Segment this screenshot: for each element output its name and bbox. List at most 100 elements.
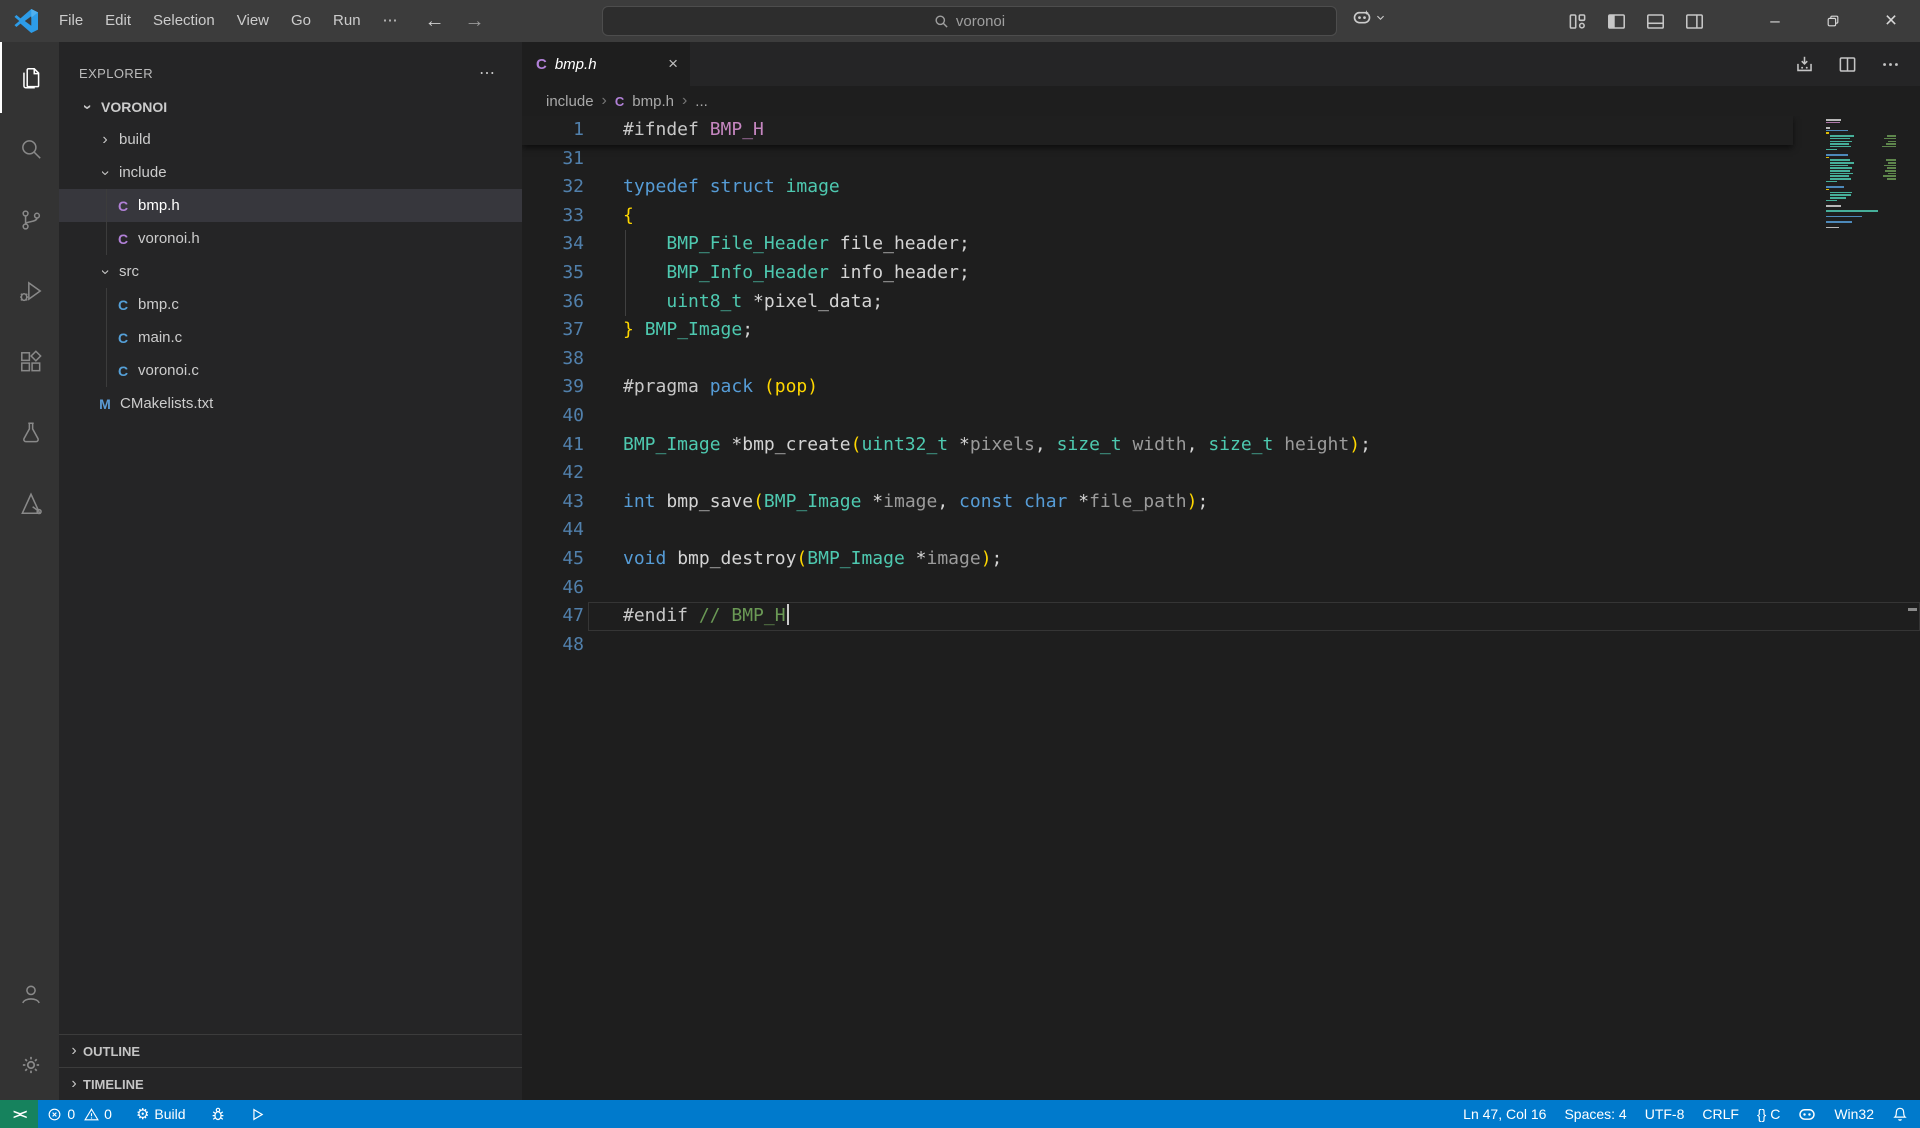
cmake-build-button[interactable]: ⚙ Build xyxy=(127,1100,195,1128)
minimize-button[interactable]: – xyxy=(1746,0,1804,42)
code-line-40[interactable]: 40 xyxy=(522,402,1920,431)
code-line-32[interactable]: 32typedef struct image xyxy=(522,173,1920,202)
copilot-status-button[interactable] xyxy=(1789,1100,1825,1128)
run-build-task-icon[interactable] xyxy=(1795,55,1814,74)
code-editor[interactable]: 1#ifndef BMP_H 3132typedef struct image3… xyxy=(522,116,1920,1100)
split-editor-icon[interactable] xyxy=(1838,55,1857,74)
breadcrumb-item[interactable]: include xyxy=(546,93,594,110)
history-back-button[interactable]: ← xyxy=(425,10,445,33)
activity-accounts-icon[interactable] xyxy=(0,958,59,1029)
activity-cmake-icon[interactable] xyxy=(0,468,59,539)
menu-selection[interactable]: Selection xyxy=(142,6,226,36)
tree-item-voronoi-h[interactable]: Cvoronoi.h xyxy=(59,222,522,255)
code-line-45[interactable]: 45void bmp_destroy(BMP_Image *image); xyxy=(522,545,1920,574)
tree-item-build[interactable]: ›build xyxy=(59,123,522,156)
code-line-46[interactable]: 46 xyxy=(522,574,1920,603)
code-line-37[interactable]: 37} BMP_Image; xyxy=(522,316,1920,345)
code-line-1[interactable]: 1#ifndef BMP_H xyxy=(522,116,1793,145)
menu-edit[interactable]: Edit xyxy=(94,6,142,36)
tree-item-bmp-h[interactable]: Cbmp.h xyxy=(59,189,522,222)
sticky-scroll-line[interactable]: 1#ifndef BMP_H xyxy=(522,116,1920,145)
code-token: ; xyxy=(992,548,1003,569)
menu-[interactable]: ⋯ xyxy=(372,6,409,36)
code-token: image xyxy=(786,176,840,197)
code-line-38[interactable]: 38 xyxy=(522,345,1920,374)
tree-item-bmp-c[interactable]: Cbmp.c xyxy=(59,288,522,321)
tree-root-voronoi[interactable]: ›VORONOI xyxy=(59,90,522,123)
copilot-menu-button[interactable] xyxy=(1352,7,1386,27)
eol-sequence[interactable]: CRLF xyxy=(1693,1100,1748,1128)
history-forward-button[interactable]: → xyxy=(465,10,485,33)
code-token: * xyxy=(1067,491,1089,512)
code-line-39[interactable]: 39#pragma pack (pop) xyxy=(522,373,1920,402)
close-window-button[interactable]: × xyxy=(1862,0,1920,42)
toggle-secondary-sidebar-icon[interactable] xyxy=(1685,12,1704,31)
menu-view[interactable]: View xyxy=(226,6,280,36)
activity-source-control-icon[interactable] xyxy=(0,184,59,255)
code-line-48[interactable]: 48 xyxy=(522,631,1920,660)
tree-item-cmakelists-txt[interactable]: MCMakelists.txt xyxy=(59,387,522,420)
c-file-icon: C xyxy=(536,56,547,73)
breadcrumb-item[interactable]: bmp.h xyxy=(632,93,674,110)
activity-settings-icon[interactable] xyxy=(0,1029,59,1100)
code-line-34[interactable]: 34 BMP_File_Header file_header; xyxy=(522,230,1920,259)
minimap-line xyxy=(1826,173,1904,175)
activity-search-icon[interactable] xyxy=(0,113,59,184)
cmake-debug-button[interactable] xyxy=(201,1100,235,1128)
encoding-text: UTF-8 xyxy=(1645,1106,1685,1122)
activity-testing-icon[interactable] xyxy=(0,397,59,468)
minimap-line xyxy=(1826,197,1904,199)
editor-more-actions-icon[interactable] xyxy=(1881,55,1900,74)
notifications-button[interactable] xyxy=(1883,1100,1920,1128)
cmake-launch-button[interactable] xyxy=(241,1100,274,1128)
customize-layout-icon[interactable] xyxy=(1568,12,1587,31)
code-line-31[interactable]: 31 xyxy=(522,145,1920,174)
code-line-42[interactable]: 42 xyxy=(522,459,1920,488)
indentation[interactable]: Spaces: 4 xyxy=(1555,1100,1635,1128)
activity-extensions-icon[interactable] xyxy=(0,326,59,397)
menu-file[interactable]: File xyxy=(48,6,94,36)
tree-item-main-c[interactable]: Cmain.c xyxy=(59,321,522,354)
activity-explorer-icon[interactable] xyxy=(0,42,59,113)
code-line-43[interactable]: 43int bmp_save(BMP_Image *image, const c… xyxy=(522,488,1920,517)
activity-run-debug-icon[interactable] xyxy=(0,255,59,326)
bell-icon xyxy=(1892,1106,1908,1122)
file-label: voronoi.h xyxy=(138,230,200,247)
tab-bmp-h[interactable]: C bmp.h × xyxy=(522,42,690,86)
minimap-line xyxy=(1826,151,1904,153)
platform-indicator[interactable]: Win32 xyxy=(1825,1100,1883,1128)
toggle-primary-sidebar-icon[interactable] xyxy=(1607,12,1626,31)
code-token: info_header; xyxy=(829,262,970,283)
problems-status[interactable]: 0 0 xyxy=(38,1100,121,1128)
code-line-33[interactable]: 33{ xyxy=(522,202,1920,231)
remote-indicator[interactable]: >< xyxy=(0,1100,38,1128)
section-timeline[interactable]: ›TIMELINE xyxy=(59,1067,522,1100)
cursor-position[interactable]: Ln 47, Col 16 xyxy=(1454,1100,1555,1128)
code-line-35[interactable]: 35 BMP_Info_Header info_header; xyxy=(522,259,1920,288)
explorer-more-actions-icon[interactable]: ⋯ xyxy=(479,63,496,83)
command-center-search[interactable]: voronoi xyxy=(602,6,1337,36)
menu-go[interactable]: Go xyxy=(280,6,322,36)
code-line-36[interactable]: 36 uint8_t *pixel_data; xyxy=(522,288,1920,317)
code-line-44[interactable]: 44 xyxy=(522,516,1920,545)
line-number: 32 xyxy=(522,173,584,202)
minimap[interactable] xyxy=(1826,119,1904,229)
minimap-line xyxy=(1826,200,1904,202)
code-line-47[interactable]: 47#endif // BMP_H xyxy=(522,602,1920,631)
tab-close-icon[interactable]: × xyxy=(656,54,678,74)
code-token: * xyxy=(948,434,970,455)
toggle-panel-icon[interactable] xyxy=(1646,12,1665,31)
tree-item-src[interactable]: ›src xyxy=(59,255,522,288)
breadcrumb-item[interactable]: ... xyxy=(695,93,708,110)
encoding[interactable]: UTF-8 xyxy=(1636,1100,1694,1128)
file-type-c-icon: C xyxy=(115,363,131,379)
language-mode[interactable]: {} C xyxy=(1748,1100,1789,1128)
section-outline[interactable]: ›OUTLINE xyxy=(59,1034,522,1067)
tree-item-voronoi-c[interactable]: Cvoronoi.c xyxy=(59,354,522,387)
tree-item-include[interactable]: ›include xyxy=(59,156,522,189)
overview-ruler[interactable] xyxy=(1906,116,1920,1100)
restore-button[interactable] xyxy=(1804,0,1862,42)
code-line-41[interactable]: 41BMP_Image *bmp_create(uint32_t *pixels… xyxy=(522,431,1920,460)
code-token: ; xyxy=(1197,491,1208,512)
menu-run[interactable]: Run xyxy=(322,6,372,36)
